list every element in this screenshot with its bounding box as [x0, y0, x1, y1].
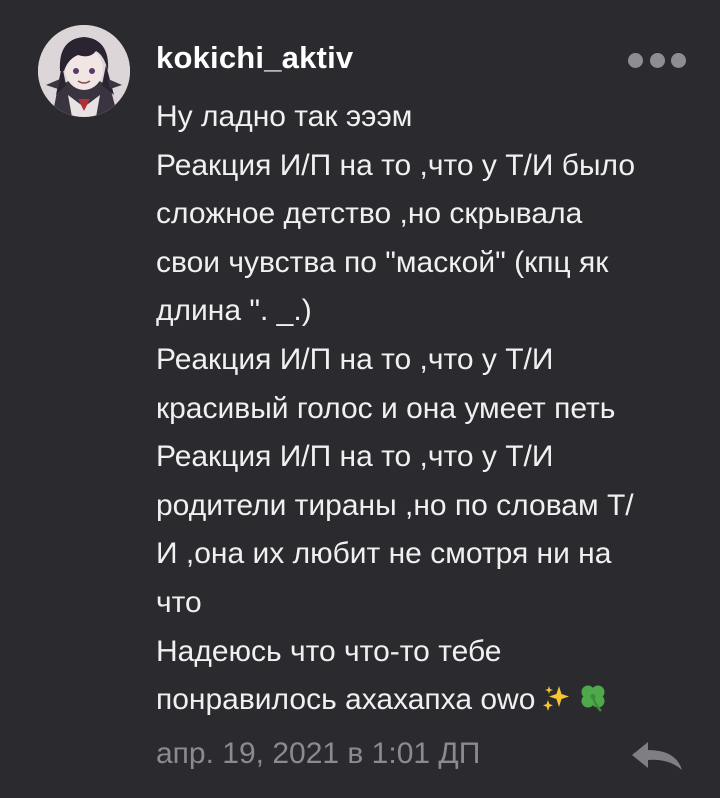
avatar-image [38, 25, 130, 117]
four-leaf-clover-icon [577, 680, 609, 729]
comment-timestamp: апр. 19, 2021 в 1:01 ДП [156, 737, 481, 770]
reply-button[interactable] [628, 738, 686, 774]
more-options-icon-dot [649, 52, 665, 68]
more-options-icon-dot [671, 52, 686, 68]
comment-line: родители тираны ,но по словам Т/ [156, 488, 634, 522]
avatar[interactable] [38, 25, 130, 117]
comment-line: Реакция И/П на то ,что у Т/И было [156, 148, 636, 182]
comment-line: Реакция И/П на то ,что у Т/И [156, 342, 554, 376]
comment-line: понравилось ахахапха owo [156, 683, 536, 717]
sparkles-icon [541, 680, 571, 729]
comment-line: длина ". _.) [156, 294, 312, 328]
comment-line: И ,она их любит не смотря ни на [156, 537, 612, 571]
comment-last-line: понравилось ахахапха owo [156, 676, 696, 729]
more-options-icon [628, 52, 643, 68]
comment-line: Реакция И/П на то ,что у Т/И [156, 440, 554, 474]
comment-line: что [156, 585, 202, 619]
comment-line: красивый голос и она умеет петь [156, 391, 616, 425]
comment-line: Ну ладно так эээм [156, 100, 413, 133]
more-options-button[interactable] [628, 46, 686, 74]
comment-card: kokichi_aktiv Ну ладно так эээм Реакция … [0, 0, 720, 798]
comment-line: сложное детство ,но скрывала [156, 197, 583, 231]
author-username[interactable]: kokichi_aktiv [156, 40, 353, 76]
reply-arrow-icon [632, 742, 682, 770]
comment-body: Ну ладно так эээм Реакция И/П на то ,что… [156, 93, 696, 729]
comment-line: Надеюсь что что-то тебе [156, 634, 502, 668]
comment-line: свои чувства по "маской" (кпц як [156, 245, 609, 279]
